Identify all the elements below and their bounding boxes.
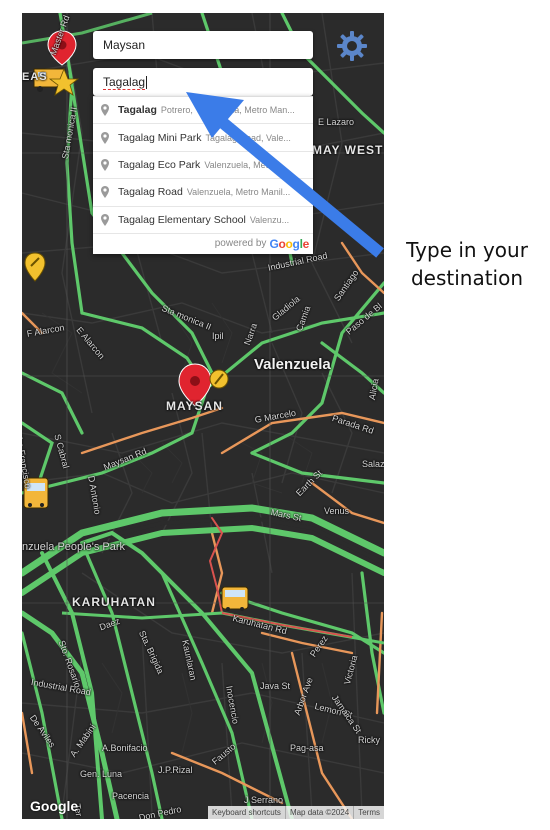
annotation-line-2: destination [410,266,524,290]
map-view[interactable]: Valenzuela MAYSAN KARUHATAN MAY WEST nzu… [22,13,384,819]
map-label-salaz: Salaz [362,459,384,469]
annotation-caption: Type in your destination [392,236,542,292]
bus-karuhatan-icon [221,586,249,611]
map-label-lazaro: E Lazaro [318,117,355,127]
google-logo[interactable]: Google [30,798,78,814]
google-wordmark: Google [269,237,309,251]
autocomplete-suggestions: Tagalag Potrero, Valenzuela, Metro Man..… [93,96,313,254]
origin-input[interactable]: Maysan [93,31,313,59]
location-pin-icon [101,186,109,199]
location-pin-icon [101,104,109,117]
map-label-karuhatan: KARUHATAN [72,595,156,609]
annotation-line-1: Type in your [406,238,528,262]
suggestion-item[interactable]: Tagalag Road Valenzuela, Metro Manil... [93,179,313,207]
map-label-ipil: Ipil [212,331,224,341]
google-wordmark-text: Google [269,236,309,251]
yellow-marker-icon [209,369,229,389]
suggestion-item[interactable]: Tagalag Eco Park Valenzuela, Metro ... [93,152,313,180]
keyboard-shortcuts-link[interactable]: Keyboard shortcuts [208,806,285,819]
map-label-jp-rizal: J.P.Rizal [158,765,193,775]
suggestion-item[interactable]: Tagalag Mini Park Tagalag Road, Vale... [93,124,313,152]
location-pin-icon [101,131,109,144]
map-label-gen-luna: Gen. Luna [80,769,123,779]
suggestion-main-text: Tagalag [118,104,157,117]
suggestion-item[interactable]: Tagalag Potrero, Valenzuela, Metro Man..… [93,97,313,125]
suggestion-main-text: Tagalag Road [118,186,183,199]
map-label-maysan: MAYSAN [166,399,223,413]
text-caret [146,76,148,90]
suggestion-secondary-text: Tagalag Road, Vale... [205,132,291,143]
suggestion-main-text: Tagalag Eco Park [118,158,201,171]
suggestion-secondary-text: Potrero, Valenzuela, Metro Man... [160,105,295,116]
suggestion-secondary-text: Valenzuela, Metro Manil... [186,187,291,198]
map-attribution-bar: Keyboard shortcuts Map data ©2024 Terms [208,806,384,819]
map-data-text: Map data ©2024 [284,806,353,819]
map-label-venus: Venus [324,506,350,516]
map-label-peoples-park: nzuela People's Park [22,541,125,553]
suggestion-secondary-text: Valenzuela, Metro ... [204,159,287,170]
yellow-marker-left-icon [24,252,46,282]
map-label-pag-asa: Pag-asa [290,743,324,753]
map-label-ricky: Ricky [358,735,380,745]
suggestion-secondary-text: Valenzu... [249,214,290,225]
terms-link[interactable]: Terms [353,806,384,819]
location-pin-icon [101,213,109,226]
map-label-a-bonifacio: A.Bonifacio [102,743,148,753]
map-label-valenzuela: Valenzuela [254,356,331,373]
powered-by-text: powered by [214,238,267,250]
location-pin-icon [101,158,109,171]
destination-input[interactable]: Tagalag [93,68,313,96]
origin-input-value: Maysan [103,38,146,52]
suggestion-item[interactable]: Tagalag Elementary School Valenzu... [93,207,313,234]
destination-input-value: Tagalag [103,75,146,90]
suggestion-main-text: Tagalag Mini Park [118,131,202,144]
suggestion-main-text: Tagalag Elementary School [118,213,246,226]
map-label-may-west: MAY WEST [312,143,384,157]
gear-icon [337,31,367,61]
powered-by-google: powered by Google [93,234,313,254]
map-label-pacencia: Pacencia [112,791,150,801]
settings-button[interactable] [335,29,369,63]
map-label-java-st: Java St [260,681,291,691]
map-label-eas: EAS [22,71,48,83]
map-label-j-serrano: J Serrano [244,795,284,805]
